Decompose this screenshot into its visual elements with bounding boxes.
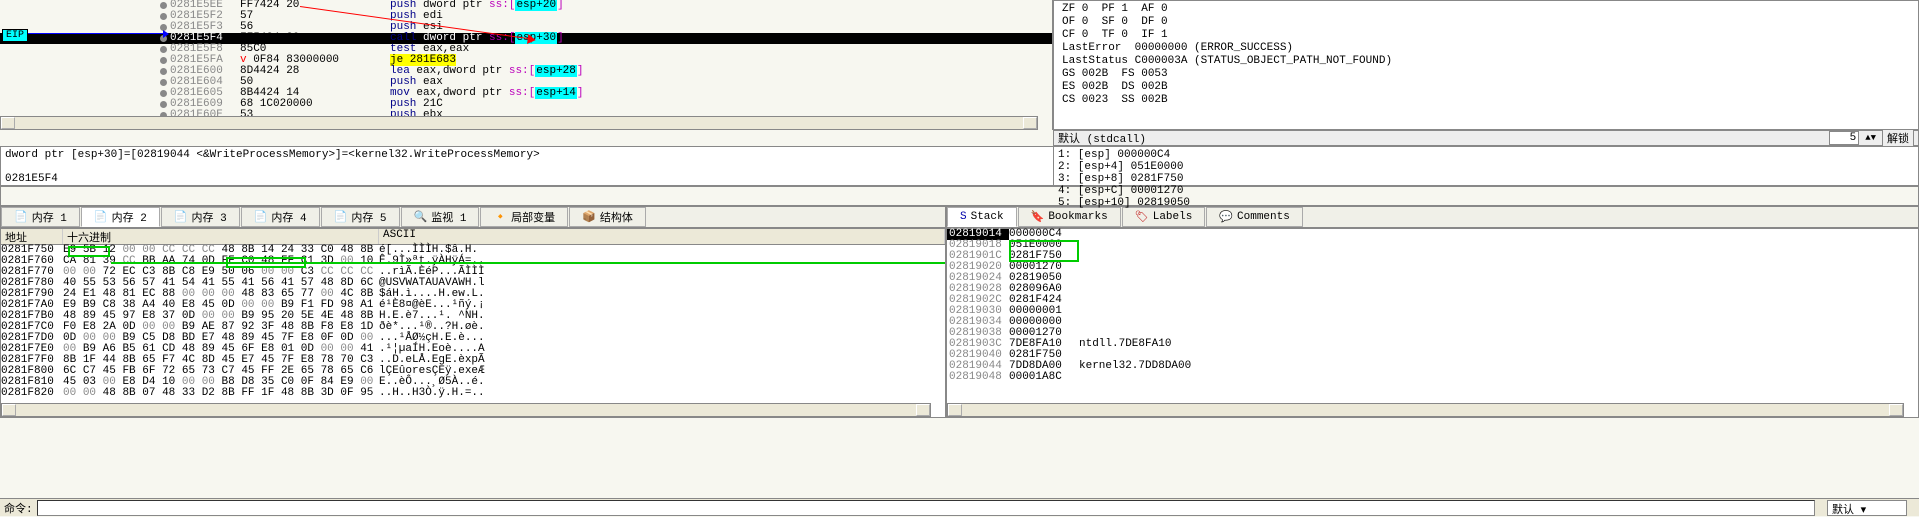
param-line: 4: [esp+C] 00001270 [1058, 185, 1914, 197]
breakpoint-dot[interactable] [160, 57, 167, 64]
breakpoint-dot[interactable] [160, 79, 167, 86]
dump-row[interactable]: 0281F82000 00 48 8B 07 48 33 D2 8B FF 1F… [1, 388, 945, 399]
param-count-spinner[interactable]: 5 [1829, 131, 1859, 145]
scrollbar-horizontal[interactable] [1, 403, 931, 417]
stack-row[interactable]: 02819028028096A0 [947, 284, 1918, 295]
tab-stack[interactable]: 🔖Bookmarks [1018, 207, 1121, 227]
eip-arrow [28, 33, 163, 34]
expression-text: dword ptr [esp+30]=[02819044 <&WriteProc… [5, 149, 1049, 162]
stack-row[interactable]: 0281904800001A8C [947, 372, 1918, 383]
tab-icon: 🔍 [414, 210, 428, 224]
register-line: LastStatus C000003A (STATUS_OBJECT_PATH_… [1062, 55, 1910, 68]
register-line: CF 0 TF 0 IF 1 [1062, 29, 1910, 42]
stack-row[interactable]: 02819018051E0000 [947, 240, 1918, 251]
tab-icon: 📄 [334, 210, 348, 224]
memory-tabs: 📄内存 1📄内存 2📄内存 3📄内存 4📄内存 5🔍监视 1🔸局部变量📦结构体 [0, 206, 946, 228]
disasm-row[interactable]: 0281E6008D4424 28lea eax,dword ptr ss:[e… [0, 66, 1052, 77]
tab-icon: 📄 [14, 210, 28, 224]
register-line: LastError 00000000 (ERROR_SUCCESS) [1062, 42, 1910, 55]
default-select[interactable]: 默认 ▾ [1827, 500, 1907, 516]
register-line: ZF 0 PF 1 AF 0 [1062, 3, 1910, 16]
breakpoint-dot[interactable] [160, 13, 167, 20]
tab-memory[interactable]: 📄内存 5 [321, 207, 400, 227]
stack-tabs: SStack🔖Bookmarks🏷Labels💬Comments [946, 206, 1919, 228]
green-arrow [111, 262, 945, 264]
disassembly-panel[interactable]: EIP 0281E5EEFF7424 20push dword ptr ss:[… [0, 0, 1053, 130]
stack-row[interactable]: 0281903000000001 [947, 306, 1918, 317]
stack-row[interactable]: 0281902000001270 [947, 262, 1918, 273]
tab-icon: 🔸 [493, 210, 507, 224]
expression-addr: 0281E5F4 [5, 173, 1049, 186]
disasm-row[interactable]: 0281E5F885C0test eax,eax [0, 44, 1052, 55]
tab-memory[interactable]: 📄内存 4 [241, 207, 320, 227]
tab-memory[interactable]: 📄内存 1 [1, 207, 80, 227]
breakpoint-dot[interactable] [160, 68, 167, 75]
tab-stack[interactable]: 🏷Labels [1122, 207, 1206, 227]
stack-row[interactable]: 0281903400000000 [947, 317, 1918, 328]
tab-icon: 📄 [254, 210, 268, 224]
stack-row[interactable]: 0281901C0281F750 [947, 251, 1918, 262]
memory-dump-panel[interactable]: 地址 十六进制 ASCII 0281F750E9 5B 12 00 00 CC … [0, 228, 946, 418]
param-line: 1: [esp] 000000C4 [1058, 149, 1914, 161]
tab-icon: 📄 [174, 210, 188, 224]
register-line: GS 002B FS 0053 [1062, 68, 1910, 81]
stack-row[interactable]: 0281902402819050 [947, 273, 1918, 284]
tab-icon: 🔖 [1031, 210, 1045, 224]
params-panel[interactable]: 1: [esp] 000000C42: [esp+4] 051E00003: [… [1054, 147, 1918, 185]
tab-icon: 📦 [582, 210, 596, 224]
tab-stack[interactable]: 💬Comments [1206, 207, 1303, 227]
scrollbar-horizontal[interactable] [0, 116, 1038, 130]
tab-memory[interactable]: 📄内存 2 [81, 207, 160, 227]
command-label: 命令: [0, 500, 37, 516]
tab-icon: 💬 [1219, 210, 1233, 224]
command-input[interactable] [37, 500, 1815, 516]
tab-icon: 🏷 [1135, 210, 1149, 224]
register-line: ES 002B DS 002B [1062, 81, 1910, 94]
stack-row[interactable]: 0281903C7DE8FA10ntdll.7DE8FA10 [947, 339, 1918, 350]
register-line: CS 0023 SS 002B [1062, 94, 1910, 107]
unlock-button[interactable]: 解锁 [1882, 129, 1914, 147]
breakpoint-dot[interactable] [160, 46, 167, 53]
param-line: 5: [esp+10] 02819050 [1058, 197, 1914, 209]
tab-memory[interactable]: 🔸局部变量 [480, 207, 568, 227]
scrollbar-horizontal[interactable] [947, 403, 1904, 417]
tab-memory[interactable]: 🔍监视 1 [401, 207, 480, 227]
disasm-row[interactable]: 0281E5F257push edi [0, 11, 1052, 22]
disasm-row[interactable]: 0281E5EEFF7424 20push dword ptr ss:[esp+… [0, 0, 1052, 11]
register-line: OF 0 SF 0 DF 0 [1062, 16, 1910, 29]
stack-row[interactable]: 028190447DD8DA00kernel32.7DD8DA00 [947, 361, 1918, 372]
registers-panel[interactable]: ZF 0 PF 1 AF 0OF 0 SF 0 DF 0CF 0 TF 0 IF… [1053, 0, 1919, 130]
disasm-row[interactable]: 0281E60968 1C020000push 21C [0, 99, 1052, 110]
disasm-row[interactable]: 0281E6058B4424 14mov eax,dword ptr ss:[e… [0, 88, 1052, 99]
calling-convention-label: 默认 (stdcall) [1058, 130, 1146, 146]
dump-header: 地址 十六进制 ASCII [1, 229, 945, 245]
tab-memory[interactable]: 📦结构体 [569, 207, 646, 227]
stack-row[interactable]: 02819014000000C4 [947, 229, 1918, 240]
stack-row[interactable]: 0281902C0281F424 [947, 295, 1918, 306]
stack-panel[interactable]: 02819014000000C402819018051E00000281901C… [946, 228, 1919, 418]
tab-stack[interactable]: SStack [947, 207, 1017, 227]
breakpoint-dot[interactable] [160, 101, 167, 108]
tab-icon: S [960, 211, 967, 223]
tab-memory[interactable]: 📄内存 3 [161, 207, 240, 227]
tab-icon: 📄 [94, 210, 108, 224]
breakpoint-dot[interactable] [160, 2, 167, 9]
eip-badge: EIP [2, 29, 28, 42]
param-line: 3: [esp+8] 0281F750 [1058, 173, 1914, 185]
expression-panel[interactable]: dword ptr [esp+30]=[02819044 <&WriteProc… [1, 147, 1054, 185]
command-bar: 命令: 默认 ▾ [0, 498, 1919, 516]
param-line: 2: [esp+4] 051E0000 [1058, 161, 1914, 173]
breakpoint-dot[interactable] [160, 90, 167, 97]
